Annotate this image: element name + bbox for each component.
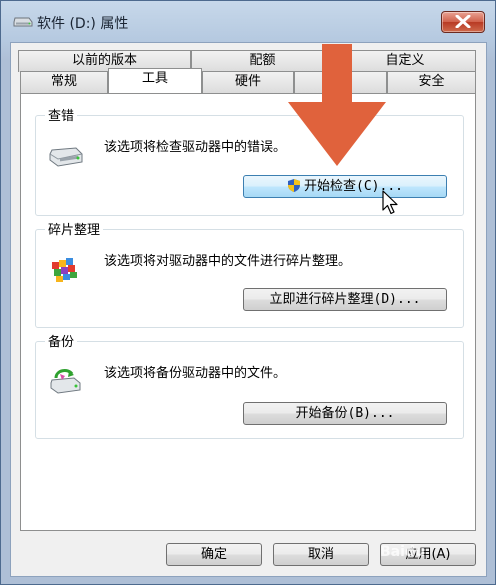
window-title: 软件 (D:) 属性 bbox=[37, 16, 129, 32]
tab-label: 自定义 bbox=[385, 53, 425, 68]
ok-button[interactable]: 确定 bbox=[166, 543, 262, 566]
watermark: Baidu bbox=[380, 544, 425, 560]
close-icon bbox=[455, 15, 471, 28]
backup-description: 该选项将备份驱动器中的文件。 bbox=[104, 366, 287, 381]
mouse-cursor-icon bbox=[382, 190, 398, 215]
title-bar[interactable]: 软件 (D:) 属性 bbox=[1, 1, 495, 41]
defrag-now-button[interactable]: 立即进行碎片整理(D)... bbox=[243, 288, 447, 311]
tab-hardware[interactable]: 硬件 bbox=[202, 71, 294, 93]
ok-label: 确定 bbox=[200, 547, 227, 562]
backup-group: 备份 该选项将备份驱动器中的文件。 开始备份(B)... bbox=[35, 331, 464, 439]
tools-tab-panel: 查错 该选项将检查驱动器中的错误。 开始检查(C)... 碎片整理 该选项将对驱… bbox=[20, 93, 476, 531]
down-arrow-annotation bbox=[288, 44, 386, 166]
uac-shield-icon bbox=[288, 179, 301, 192]
dialog-body: 以前的版本 配额 自定义 常规 工具 硬件 共 安全 查错 该选项将检查驱动器中… bbox=[10, 42, 487, 577]
defrag-icon bbox=[52, 258, 77, 282]
drive-icon bbox=[13, 17, 33, 27]
properties-window: 软件 (D:) 属性 以前的版本 配额 自定义 常规 工具 硬件 共 安全 查错 bbox=[0, 0, 496, 585]
cancel-button[interactable]: 取消 bbox=[273, 543, 369, 566]
group-title: 备份 bbox=[45, 331, 78, 350]
defrag-now-label: 立即进行碎片整理(D)... bbox=[269, 292, 421, 307]
tab-general[interactable]: 常规 bbox=[20, 71, 108, 93]
tab-security[interactable]: 安全 bbox=[387, 71, 476, 93]
group-title: 查错 bbox=[45, 105, 78, 124]
start-check-button[interactable]: 开始检查(C)... bbox=[243, 175, 447, 198]
tab-label: 工具 bbox=[141, 71, 168, 86]
defrag-description: 该选项将对驱动器中的文件进行碎片整理。 bbox=[104, 254, 352, 269]
backup-drive-icon bbox=[50, 369, 81, 394]
tab-label: 常规 bbox=[50, 74, 77, 89]
error-check-description: 该选项将检查驱动器中的错误。 bbox=[104, 140, 287, 155]
cancel-label: 取消 bbox=[307, 547, 334, 562]
start-backup-label: 开始备份(B)... bbox=[295, 406, 395, 421]
tab-label: 安全 bbox=[418, 74, 445, 89]
defrag-group: 碎片整理 该选项将对驱动器中的文件进行碎片整理。 立即进行碎片整理(D)... bbox=[35, 219, 464, 328]
tab-tools[interactable]: 工具 bbox=[108, 68, 202, 93]
hard-drive-icon bbox=[49, 147, 83, 167]
start-backup-button[interactable]: 开始备份(B)... bbox=[243, 402, 447, 425]
close-button[interactable] bbox=[441, 11, 485, 33]
group-title: 碎片整理 bbox=[45, 219, 104, 238]
tab-label: 配额 bbox=[249, 53, 276, 68]
tab-label: 以前的版本 bbox=[71, 53, 137, 68]
tab-label: 硬件 bbox=[234, 74, 261, 89]
